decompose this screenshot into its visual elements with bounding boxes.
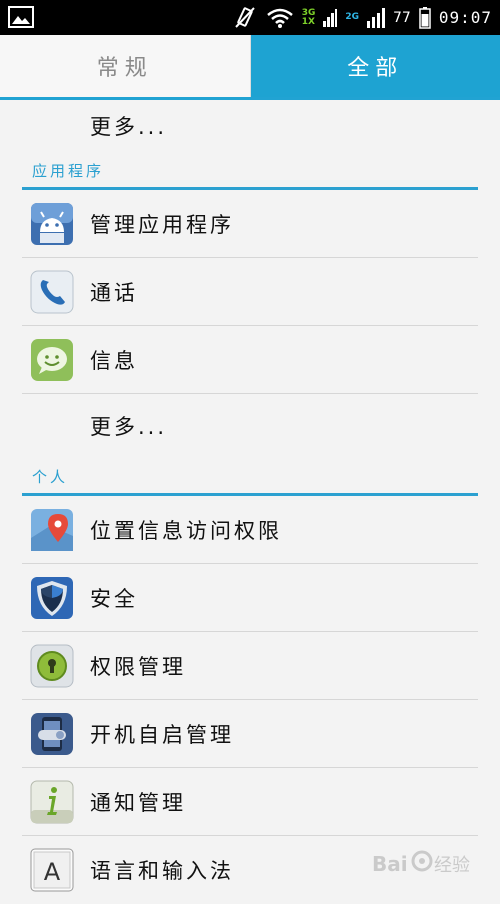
lock-icon	[30, 644, 74, 688]
signal-1-icon	[323, 9, 337, 27]
message-icon	[30, 338, 74, 382]
section-header-personal: 个人	[22, 458, 478, 496]
battery-percent: 77	[393, 10, 411, 26]
more-apps-item[interactable]: 更多...	[90, 411, 167, 441]
list-item-label: 通知管理	[90, 787, 186, 817]
list-item-label: 安全	[90, 583, 138, 613]
more-top-item[interactable]: 更多...	[0, 100, 500, 152]
tab-all[interactable]: 全部	[251, 35, 500, 97]
list-item-autostart[interactable]: 开机自启管理	[22, 700, 478, 768]
clock: 09:07	[439, 8, 492, 27]
toggle-icon	[30, 712, 74, 756]
network-1x-label: 1X	[302, 18, 316, 27]
list-item-notifications[interactable]: 通知管理	[22, 768, 478, 836]
network-type-1: 3G 1X	[302, 9, 316, 27]
vibrate-mute-icon	[232, 5, 258, 31]
status-icons: 3G 1X 2G 77 09:07	[232, 0, 492, 35]
svg-text:经验: 经验	[434, 855, 470, 876]
android-icon	[30, 202, 74, 246]
list-item-more-apps-wrap: 更多...	[22, 394, 478, 458]
battery-icon	[419, 7, 431, 29]
list-item-label: 权限管理	[90, 651, 186, 681]
phone-icon	[30, 270, 74, 314]
list-item-manage-apps[interactable]: 管理应用程序	[22, 190, 478, 258]
status-bar: 3G 1X 2G 77 09:07	[0, 0, 500, 35]
keyboard-icon: A	[30, 848, 74, 892]
list-item-label: 开机自启管理	[90, 719, 234, 749]
list-item-security[interactable]: 安全	[22, 564, 478, 632]
settings-tabs: 常规 全部	[0, 35, 500, 100]
tab-general[interactable]: 常规	[0, 35, 251, 97]
image-notification-icon	[8, 6, 34, 28]
signal-2-icon	[367, 8, 385, 28]
network-2g-label: 2G	[345, 13, 359, 22]
list-item-label: 管理应用程序	[90, 209, 234, 239]
list-item-permissions[interactable]: 权限管理	[22, 632, 478, 700]
list-item-label: 语言和输入法	[90, 855, 234, 885]
svg-text:A: A	[44, 858, 61, 886]
section-header-apps: 应用程序	[22, 152, 478, 190]
info-icon	[30, 780, 74, 824]
list-item-label: 通话	[90, 277, 138, 307]
location-icon	[30, 508, 74, 552]
list-item-messages[interactable]: 信息	[22, 326, 478, 394]
wifi-icon	[266, 7, 294, 29]
network-type-2: 2G	[345, 13, 359, 22]
settings-list: 更多... 应用程序 管理应用程序 通话 信息 更多..	[0, 100, 500, 904]
list-item-phone[interactable]: 通话	[22, 258, 478, 326]
list-item-location[interactable]: 位置信息访问权限	[22, 496, 478, 564]
shield-icon	[30, 576, 74, 620]
list-item-label: 位置信息访问权限	[90, 515, 282, 545]
svg-text:Bai: Bai	[372, 852, 408, 876]
baidu-watermark-logo: Bai 经验	[372, 845, 490, 881]
list-item-label: 信息	[90, 345, 138, 375]
